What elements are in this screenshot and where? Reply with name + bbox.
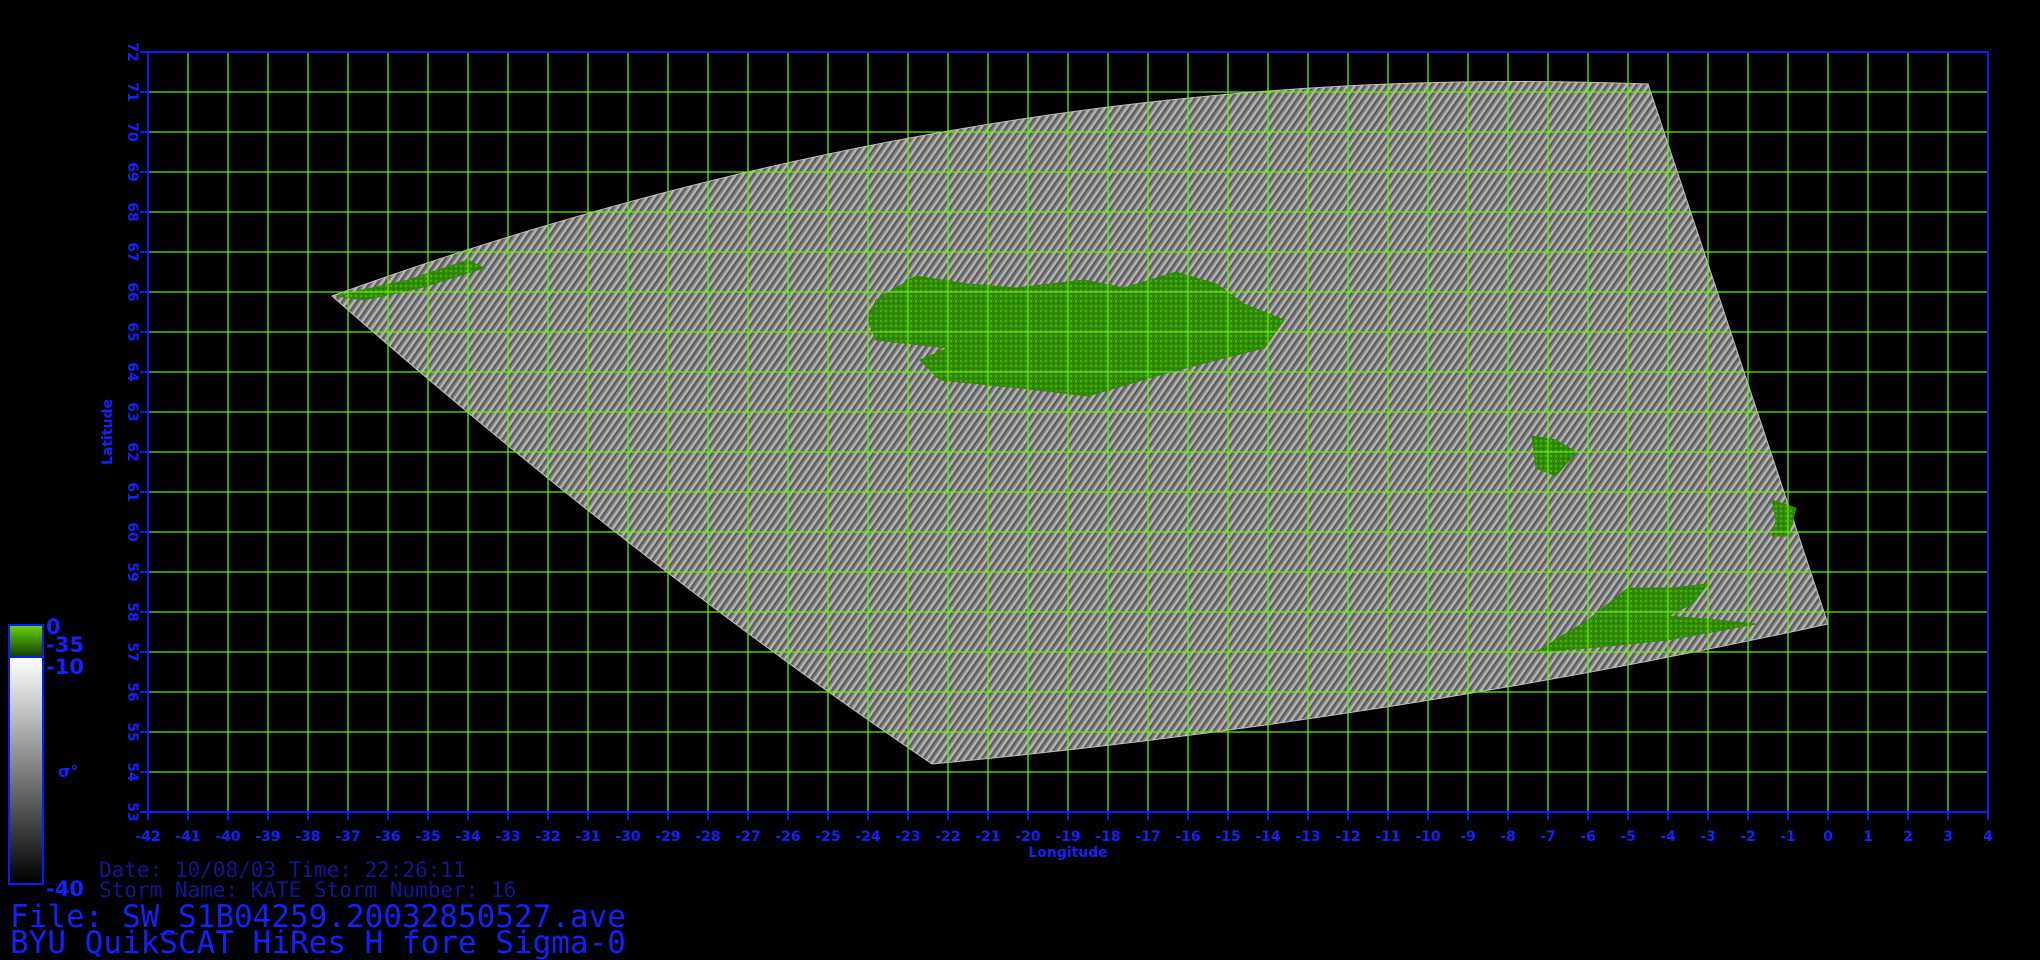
- sigma0-symbol: σ°: [58, 762, 78, 781]
- swath-layer: [331, 80, 1829, 765]
- longitude-tick-label: -24: [855, 829, 881, 845]
- longitude-tick-label: 0: [1823, 829, 1833, 845]
- latitude-tick-label: 56: [124, 682, 140, 701]
- longitude-tick-label: -18: [1095, 829, 1120, 845]
- longitude-tick-label: -4: [1660, 829, 1676, 845]
- longitude-tick-label: -33: [495, 829, 520, 845]
- longitude-tick-label: -31: [575, 829, 600, 845]
- latitude-tick-label: 59: [124, 562, 140, 581]
- colorbar-ocean-bottom-label: -40: [46, 877, 84, 901]
- longitude-tick-label: -19: [1055, 829, 1080, 845]
- latitude-tick-label: 70: [124, 122, 140, 142]
- longitude-tick-label: -15: [1215, 829, 1240, 845]
- scatterometer-swath: [331, 80, 1829, 765]
- latitude-tick-label: 57: [124, 642, 140, 661]
- longitude-tick-label: -42: [135, 829, 160, 845]
- longitude-tick-label: -39: [255, 829, 280, 845]
- longitude-tick-label: -26: [775, 829, 800, 845]
- x-axis-label: Longitude: [1028, 845, 1108, 861]
- longitude-tick-label: -22: [935, 829, 960, 845]
- longitude-tick-label: -11: [1375, 829, 1400, 845]
- latitude-tick-label: 68: [124, 202, 140, 221]
- longitude-tick-label: -14: [1255, 829, 1281, 845]
- sigma0-map-figure: -42 -41 -40 -39 -38 -37 -36 -35 -34 -33 -32 -31 -30-…: [8, 42, 1993, 901]
- longitude-tick-label: -20: [1015, 829, 1041, 845]
- longitude-tick-label: 2: [1903, 829, 1913, 845]
- latitude-tick-label: 53: [124, 802, 140, 821]
- latitude-tick-label: 54: [124, 762, 140, 782]
- latitude-tick-label: 67: [124, 242, 140, 261]
- colorbar: 0 -35 -10 -40 σ°: [8, 615, 84, 901]
- latitude-tick-label: 65: [124, 322, 140, 341]
- longitude-tick-label: -23: [895, 829, 920, 845]
- longitude-tick-label: -41: [175, 829, 200, 845]
- latitude-tick-label: 63: [124, 402, 140, 421]
- longitude-tick-label: -9: [1460, 829, 1476, 845]
- longitude-tick-label: -6: [1580, 829, 1596, 845]
- longitude-tick-label: -1: [1780, 829, 1796, 845]
- latitude-tick-label: 61: [124, 482, 140, 501]
- colorbar-land-bottom-label: -35: [46, 633, 84, 657]
- latitude-tick-label: 62: [124, 442, 140, 461]
- product-title: BYU QuikSCAT HiRes H fore Sigma-0: [10, 925, 626, 960]
- colorbar-land-scale: [10, 626, 42, 657]
- longitude-tick-label: -27: [735, 829, 760, 845]
- longitude-tick-label: -30: [615, 829, 641, 845]
- longitude-tick-label: -25: [815, 829, 840, 845]
- longitude-tick-label: -12: [1335, 829, 1360, 845]
- longitude-tick-label: -16: [1175, 829, 1200, 845]
- longitude-tick-label: 4: [1983, 829, 1993, 845]
- longitude-tick-label: -29: [655, 829, 680, 845]
- colorbar-ocean-top-label: -10: [46, 655, 84, 679]
- longitude-tick-label: -34: [455, 829, 481, 845]
- y-axis-label: Latitude: [100, 399, 116, 465]
- latitude-tick-label: 60: [124, 522, 140, 542]
- longitude-tick-label: -38: [295, 829, 320, 845]
- latitude-tick-label: 58: [124, 602, 140, 621]
- latitude-tick-label: 72: [124, 42, 140, 61]
- longitude-tick-label: -5: [1620, 829, 1636, 845]
- longitude-tick-label: -3: [1700, 829, 1716, 845]
- longitude-tick-label: 1: [1863, 829, 1873, 845]
- longitude-tick-label: -10: [1415, 829, 1441, 845]
- longitude-tick-label: -17: [1135, 829, 1160, 845]
- latitude-tick-label: 69: [124, 162, 140, 181]
- longitude-tick-label: -37: [335, 829, 360, 845]
- longitude-tick-label: -28: [695, 829, 720, 845]
- longitude-tick-label: -7: [1540, 829, 1556, 845]
- longitude-tick-label: -35: [415, 829, 440, 845]
- longitude-tick-label: -2: [1740, 829, 1756, 845]
- latitude-tick-label: 71: [124, 82, 140, 101]
- longitude-tick-label: -36: [375, 829, 400, 845]
- latitude-tick-label: 66: [124, 282, 140, 301]
- longitude-tick-label: -32: [535, 829, 560, 845]
- longitude-tick-label: -13: [1295, 829, 1320, 845]
- longitude-tick-label: -21: [975, 829, 1000, 845]
- longitude-tick-label: -8: [1500, 829, 1516, 845]
- colorbar-ocean-scale: [10, 658, 42, 883]
- latitude-tick-label: 55: [124, 722, 140, 741]
- longitude-tick-label: -40: [215, 829, 241, 845]
- longitude-tick-label: 3: [1943, 829, 1953, 845]
- latitude-tick-label: 64: [124, 362, 140, 382]
